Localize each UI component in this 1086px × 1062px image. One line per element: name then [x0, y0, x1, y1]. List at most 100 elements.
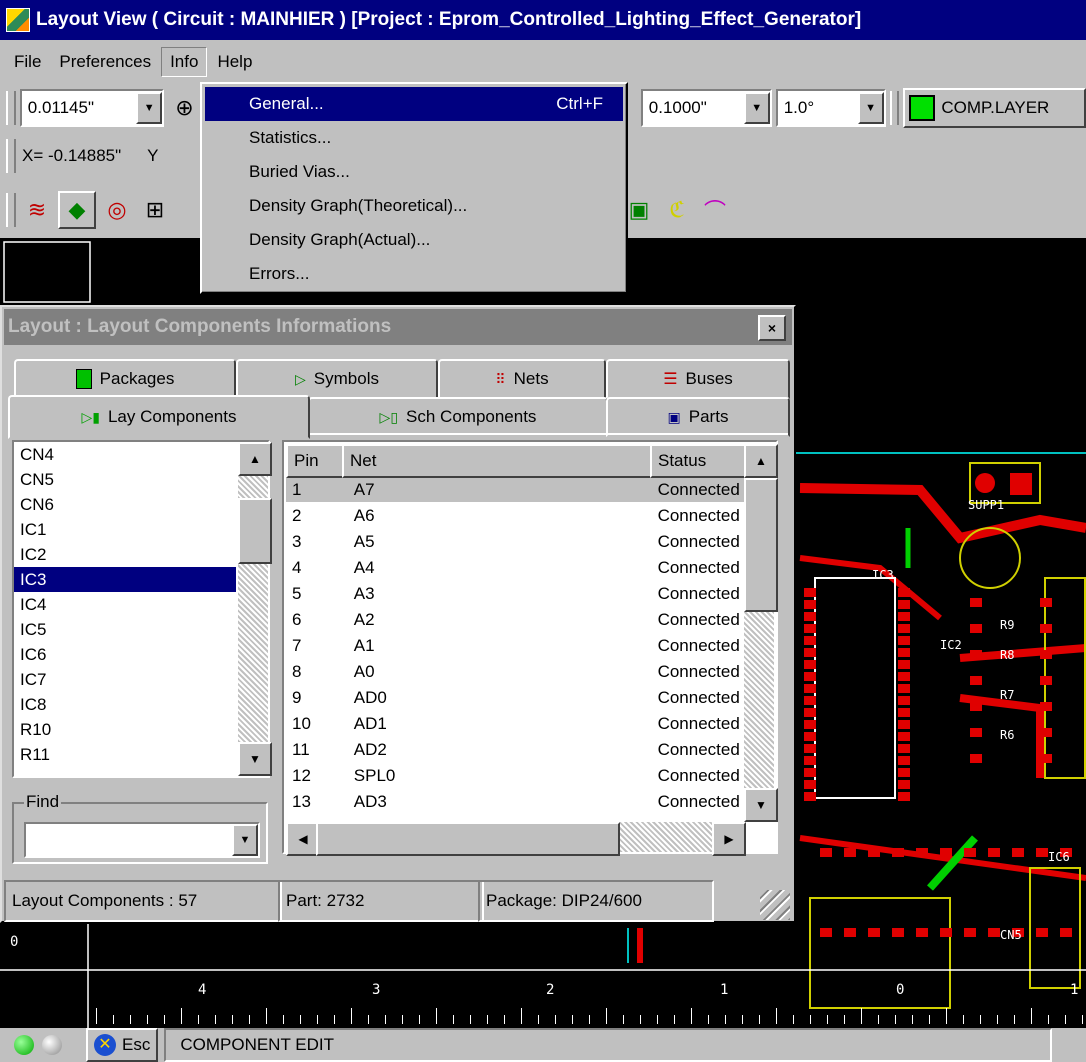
zoom-in-icon[interactable]: ⊕ — [168, 91, 201, 125]
pcb-pad — [1040, 676, 1052, 685]
info-dropdown-menu: General... Ctrl+F Statistics... Buried V… — [200, 82, 628, 294]
toolbar-grip[interactable] — [6, 193, 16, 227]
tab-parts[interactable]: ▣ Parts — [606, 397, 790, 437]
menu-item-label: Density Graph(Theoretical)... — [249, 196, 468, 215]
list-item[interactable]: IC1 — [14, 517, 236, 542]
arc-icon[interactable]: ⌒ — [698, 193, 732, 227]
tab-lay-components[interactable]: ▷▮ Lay Components — [8, 395, 310, 439]
scroll-down-icon[interactable]: ▼ — [744, 788, 778, 822]
chevron-down-icon[interactable]: ▼ — [857, 92, 884, 124]
list-scrollbar[interactable]: ▲ ▼ — [238, 442, 272, 776]
menu-item-general[interactable]: General... Ctrl+F — [205, 87, 623, 121]
list-item[interactable]: IC3 — [14, 567, 236, 592]
pcb-pad — [898, 624, 910, 633]
table-row[interactable]: 5 A3 Connected — [286, 582, 744, 606]
layers-icon[interactable]: ≋ — [20, 193, 54, 227]
pcb-pad — [898, 720, 910, 729]
pcb-pad — [804, 696, 816, 705]
table-row[interactable]: 8 A0 Connected — [286, 660, 744, 684]
table-row[interactable]: 3 A5 Connected — [286, 530, 744, 554]
scroll-left-icon[interactable]: ◀ — [286, 822, 320, 856]
tab-packages[interactable]: Packages — [14, 359, 236, 399]
close-icon[interactable]: × — [758, 315, 786, 341]
column-header-status[interactable]: Status — [650, 444, 752, 478]
toolbar-grip[interactable] — [6, 91, 16, 125]
table-row[interactable]: 7 A1 Connected — [286, 634, 744, 658]
table-horizontal-scrollbar[interactable]: ◀ ▶ — [286, 822, 746, 856]
text-icon[interactable]: ℭ — [660, 193, 694, 227]
ruler-tick — [759, 1015, 760, 1024]
grid-combo[interactable]: 0.1000" ▼ — [640, 89, 772, 127]
list-item[interactable]: CN5 — [14, 467, 236, 492]
pcb-ref-label: IC3 — [872, 568, 894, 582]
tab-nets[interactable]: ⠿ Nets — [438, 359, 606, 399]
list-item[interactable]: IC4 — [14, 592, 236, 617]
resize-grip[interactable] — [760, 890, 790, 920]
table-row[interactable]: 11 AD2 Connected — [286, 738, 744, 762]
table-row[interactable]: 4 A4 Connected — [286, 556, 744, 580]
toolbar-grip[interactable] — [889, 91, 900, 125]
scroll-thumb[interactable] — [316, 822, 620, 856]
layer-selector[interactable]: COMP.LAYER — [903, 88, 1086, 128]
nets-icon: ⠿ — [495, 370, 506, 387]
scroll-down-icon[interactable]: ▼ — [238, 742, 272, 776]
zoom-combo[interactable]: 0.01145" ▼ — [19, 89, 165, 127]
menu-item-errors[interactable]: Errors... — [205, 257, 623, 291]
list-item[interactable]: R11 — [14, 742, 236, 767]
ruler-tick — [215, 1015, 216, 1024]
ruler-tick — [181, 1008, 182, 1024]
tab-symbols[interactable]: ▷ Symbols — [236, 359, 438, 399]
angle-combo[interactable]: 1.0° ▼ — [775, 89, 886, 127]
menu-item-statistics[interactable]: Statistics... — [205, 121, 623, 155]
column-header-net[interactable]: Net — [342, 444, 660, 478]
table-vertical-scrollbar[interactable]: ▲ ▼ — [744, 444, 778, 822]
list-item[interactable]: CN6 — [14, 492, 236, 517]
list-item[interactable]: CN4 — [14, 442, 236, 467]
table-row[interactable]: 1 A7 Connected — [286, 478, 744, 502]
menu-bar: File Preferences Info Help — [0, 42, 1086, 82]
menu-item-density-theoretical[interactable]: Density Graph(Theoretical)... — [205, 189, 623, 223]
dialog-title-bar[interactable]: Layout : Layout Components Informations … — [4, 309, 792, 345]
scroll-right-icon[interactable]: ▶ — [712, 822, 746, 856]
component-tool-icon[interactable]: ◆ — [58, 191, 96, 229]
list-item[interactable]: IC6 — [14, 642, 236, 667]
menu-file[interactable]: File — [6, 48, 49, 76]
list-item[interactable]: R10 — [14, 717, 236, 742]
esc-button[interactable]: ✕ Esc — [86, 1028, 159, 1062]
chevron-down-icon[interactable]: ▼ — [232, 824, 258, 856]
table-row[interactable]: 6 A2 Connected — [286, 608, 744, 632]
pcb-pad — [844, 848, 856, 857]
toolbar-grip[interactable] — [6, 139, 16, 173]
scroll-thumb[interactable] — [744, 478, 778, 612]
target-icon[interactable]: ◎ — [100, 193, 134, 227]
list-item[interactable]: IC2 — [14, 542, 236, 567]
table-row[interactable]: 13 AD3 Connected — [286, 790, 744, 814]
scroll-thumb[interactable] — [238, 498, 272, 564]
table-row[interactable]: 10 AD1 Connected — [286, 712, 744, 736]
menu-item-buried-vias[interactable]: Buried Vias... — [205, 155, 623, 189]
find-input[interactable]: ▼ — [24, 822, 260, 858]
pcb-ref-label: SUPP1 — [968, 498, 1005, 512]
grid-icon[interactable]: ⊞ — [138, 193, 172, 227]
chevron-down-icon[interactable]: ▼ — [136, 92, 163, 124]
cell-net: SPL0 — [353, 766, 396, 785]
tab-buses[interactable]: ☰ Buses — [606, 359, 790, 399]
scroll-up-icon[interactable]: ▲ — [744, 444, 778, 478]
list-item[interactable]: IC7 — [14, 667, 236, 692]
list-item[interactable]: IC5 — [14, 617, 236, 642]
menu-preferences[interactable]: Preferences — [51, 48, 159, 76]
pin-net-table[interactable]: Pin Net Status 1 A7 Connected 2 A6 Connected 3… — [282, 440, 778, 856]
tab-sch-components[interactable]: ▷▯ Sch Components — [308, 397, 608, 437]
tab-label: Lay Components — [107, 407, 237, 426]
list-item[interactable]: IC8 — [14, 692, 236, 717]
table-row[interactable]: 12 SPL0 Connected — [286, 764, 744, 788]
chevron-down-icon[interactable]: ▼ — [743, 92, 770, 124]
pcb-pad — [898, 696, 910, 705]
menu-help[interactable]: Help — [209, 48, 260, 76]
menu-info[interactable]: Info — [161, 47, 208, 77]
table-row[interactable]: 2 A6 Connected — [286, 504, 744, 528]
menu-item-density-actual[interactable]: Density Graph(Actual)... — [205, 223, 623, 257]
table-row[interactable]: 9 AD0 Connected — [286, 686, 744, 710]
component-list[interactable]: CN4 CN5 CN6 IC1 IC2 IC3 IC4 IC5 IC6 IC7 IC8 R10 R11 … — [12, 440, 272, 778]
scroll-up-icon[interactable]: ▲ — [238, 442, 272, 476]
